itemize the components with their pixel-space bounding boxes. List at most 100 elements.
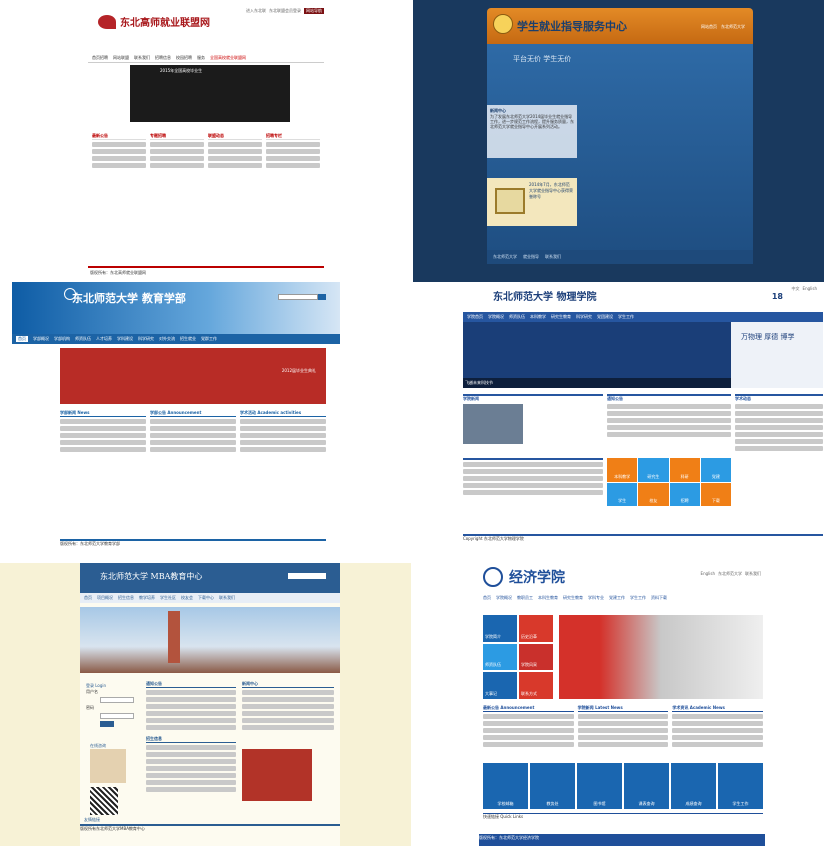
top-link[interactable]: 联系我们 — [745, 571, 761, 577]
hero-slideshow[interactable]: 飞越未来科技节 — [463, 322, 731, 388]
nav-item[interactable]: 对外交流 — [159, 336, 175, 342]
tile-undergraduate[interactable]: 本科教学 — [607, 458, 638, 482]
nav-item[interactable]: 教职员工 — [517, 595, 533, 601]
lang-link[interactable]: 中文 — [792, 286, 800, 292]
nav-item[interactable]: 本科生教育 — [538, 595, 558, 601]
nav-item[interactable]: 首页 — [483, 595, 491, 601]
footer-link[interactable]: 东北师范大学 — [493, 254, 517, 260]
tile-intro[interactable]: 学院简介 — [483, 615, 517, 642]
column-heading[interactable]: 招聘专栏 — [266, 133, 320, 140]
tile-contact[interactable]: 联系方式 — [519, 672, 553, 699]
tile-party[interactable]: 党建 — [700, 458, 731, 482]
tile-faculty[interactable]: 师资队伍 — [483, 643, 517, 671]
box-heading[interactable]: 通知公告 — [607, 396, 731, 402]
column-heading[interactable]: 学部公告 Announcement — [150, 410, 236, 417]
service-students[interactable]: 学生工作 — [718, 763, 763, 809]
top-link-1[interactable]: 进入东北联 — [246, 8, 266, 14]
lang-link[interactable]: English — [803, 286, 817, 292]
nav-item[interactable]: 党建工作 — [609, 595, 625, 601]
nav-item[interactable]: 本科教学 — [530, 314, 546, 320]
nav-item[interactable]: 科学研究 — [138, 336, 154, 342]
nav-item[interactable]: 招聘信息 — [155, 55, 171, 61]
nav-item[interactable]: 网站联盟 — [113, 55, 129, 61]
footer-link[interactable]: 就业指导 — [523, 254, 539, 260]
site-nav-select[interactable]: 网站导航 — [304, 8, 324, 14]
header-link[interactable]: 网站首页 — [701, 24, 717, 30]
service-academic[interactable]: 教务处 — [530, 763, 575, 809]
list-heading[interactable]: 学院新闻 Latest News — [577, 705, 669, 712]
nav-item[interactable]: 教学培养 — [139, 595, 155, 601]
nav-item[interactable]: 招生信息 — [118, 595, 134, 601]
notice-caption[interactable]: 2014年7月，东北师范大学就业指导中心获得荣誉称号 — [529, 182, 573, 200]
nav-item[interactable]: 师资队伍 — [509, 314, 525, 320]
nav-item[interactable]: 学生工作 — [618, 314, 634, 320]
banner-slideshow[interactable]: 2012届毕业生典礼 — [60, 348, 326, 404]
password-field[interactable] — [100, 713, 134, 719]
header-link[interactable]: 东北师范大学 — [721, 24, 745, 30]
nav-item[interactable]: 党团建设 — [597, 314, 613, 320]
tile-history[interactable]: 历史沿革 — [519, 615, 553, 642]
nav-item[interactable]: 研究生教育 — [551, 314, 571, 320]
nav-item[interactable]: 学部机构 — [54, 336, 70, 342]
tile-style[interactable]: 学院风采 — [519, 643, 553, 671]
top-link-2[interactable]: 东北联盟会员登录 — [269, 8, 301, 14]
search-button[interactable] — [318, 294, 326, 300]
search-input[interactable] — [278, 294, 318, 300]
hero-photo[interactable] — [559, 615, 763, 699]
list-heading[interactable]: 招生信息 — [146, 736, 236, 743]
nav-item-home[interactable]: 首页 — [16, 336, 28, 342]
service-library[interactable]: 图书馆 — [577, 763, 622, 809]
top-link[interactable]: 东北师范大学 — [718, 571, 742, 577]
box-heading[interactable]: 学术动态 — [735, 396, 823, 402]
nav-item[interactable]: 党群工作 — [201, 336, 217, 342]
tile-graduate[interactable]: 研究生 — [638, 458, 669, 482]
nav-item[interactable]: 联系我们 — [134, 55, 150, 61]
box-heading[interactable]: 学院新闻 — [463, 396, 603, 402]
nav-item[interactable]: 服务 — [197, 55, 205, 61]
nav-item[interactable]: 项目概况 — [97, 595, 113, 601]
nav-item[interactable]: 研究生教育 — [563, 595, 583, 601]
column-heading[interactable]: 专题招聘 — [150, 133, 204, 140]
campus-banner[interactable] — [80, 607, 340, 673]
column-heading[interactable]: 联盟动态 — [208, 133, 262, 140]
nav-item[interactable]: 学部概况 — [33, 336, 49, 342]
service-grades[interactable]: 成绩查询 — [671, 763, 716, 809]
nav-item[interactable]: 联系我们 — [219, 595, 235, 601]
nav-item[interactable]: 校友会 — [181, 595, 193, 601]
login-button[interactable] — [100, 721, 114, 727]
tile-downloads[interactable]: 下载 — [700, 482, 731, 506]
top-link[interactable]: English — [701, 571, 715, 577]
column-heading[interactable]: 学部新闻 News — [60, 410, 146, 417]
nav-item[interactable]: 首页招聘 — [92, 55, 108, 61]
footer-link[interactable]: 联系我们 — [545, 254, 561, 260]
news-image[interactable] — [463, 404, 523, 444]
tile-research[interactable]: 科研 — [669, 458, 700, 482]
nav-item[interactable]: 学院概况 — [496, 595, 512, 601]
quick-links[interactable]: 快速链接 Quick Links — [483, 813, 763, 823]
list-heading[interactable]: 学术资讯 Academic News — [672, 705, 764, 712]
nav-item[interactable]: 学生社区 — [160, 595, 176, 601]
nav-item[interactable]: 学生工作 — [630, 595, 646, 601]
list-heading[interactable]: 通知公告 — [146, 681, 236, 688]
nav-item[interactable]: 师资队伍 — [75, 336, 91, 342]
tile-events[interactable]: 大事记 — [483, 672, 517, 699]
tile-alumni[interactable]: 校友 — [638, 482, 669, 506]
nav-item[interactable]: 下载中心 — [198, 595, 214, 601]
nav-item[interactable]: 校园招聘 — [176, 55, 192, 61]
news-photo[interactable] — [242, 749, 312, 801]
nav-item[interactable]: 学科专业 — [588, 595, 604, 601]
list-heading[interactable]: 最新公告 Announcement — [483, 705, 574, 712]
service-email[interactable]: 学校邮箱 — [483, 763, 528, 809]
nav-item[interactable]: 科学研究 — [576, 314, 592, 320]
nav-item[interactable]: 资料下载 — [651, 595, 667, 601]
service-schedule[interactable]: 课表查询 — [624, 763, 669, 809]
column-heading[interactable]: 学术活动 Academic activities — [240, 410, 326, 417]
banner-slideshow[interactable]: 2015年全国高校毕业生 — [130, 65, 290, 122]
nav-item[interactable]: 学院概况 — [488, 314, 504, 320]
search-input[interactable] — [288, 573, 326, 579]
nav-item[interactable]: 人才培养 — [96, 336, 112, 342]
nav-item[interactable]: 学科建设 — [117, 336, 133, 342]
tile-students[interactable]: 学生 — [607, 482, 638, 506]
username-field[interactable] — [100, 697, 134, 703]
nav-highlight[interactable]: 全国高校就业联盟网 — [210, 55, 246, 61]
